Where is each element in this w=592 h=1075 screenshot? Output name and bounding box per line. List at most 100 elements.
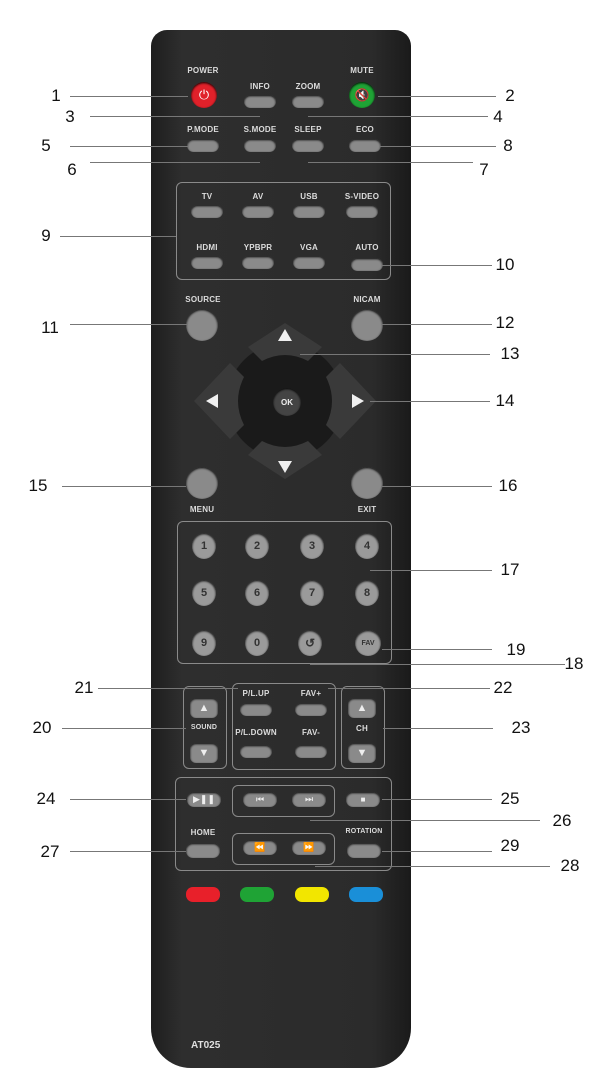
av-button[interactable] xyxy=(242,205,274,218)
green-key-button[interactable] xyxy=(240,887,274,902)
ok-button[interactable]: OK xyxy=(273,388,301,416)
sound-down-button[interactable]: ▼ xyxy=(190,743,218,763)
exit-button[interactable] xyxy=(351,467,383,499)
power-icon: ⏻ xyxy=(198,87,210,102)
sleep-button[interactable] xyxy=(292,139,324,152)
pmode-label: P.MODE xyxy=(187,125,219,134)
pmode-button[interactable] xyxy=(187,139,219,152)
callout-line-14 xyxy=(370,401,490,402)
vga-button[interactable] xyxy=(293,256,325,269)
smode-button[interactable] xyxy=(244,139,276,152)
exit-label: EXIT xyxy=(357,505,377,514)
hdmi-label: HDMI xyxy=(196,243,218,252)
callout-line-27 xyxy=(70,851,186,852)
digit-3-button[interactable]: 3 xyxy=(300,533,324,559)
menu-button[interactable] xyxy=(186,467,218,499)
red-key-button[interactable] xyxy=(186,887,220,902)
callout-line-25 xyxy=(382,799,492,800)
callout-14: 14 xyxy=(495,391,515,410)
power-button[interactable]: ⏻ xyxy=(191,82,217,108)
power-label: POWER xyxy=(187,66,219,75)
callout-line-7 xyxy=(308,162,473,163)
callout-line-24 xyxy=(70,799,186,800)
digit-1-button[interactable]: 1 xyxy=(192,533,216,559)
smode-label: S.MODE xyxy=(243,125,277,134)
callout-1: 1 xyxy=(51,86,61,105)
sound-up-button[interactable]: ▲ xyxy=(190,698,218,718)
digit-2-button[interactable]: 2 xyxy=(245,533,269,559)
nicam-label: NICAM xyxy=(353,295,381,304)
previous-track-icon: ⏮ xyxy=(255,794,265,804)
next-track-button[interactable]: ⏭ xyxy=(292,792,326,807)
callout-line-13 xyxy=(300,354,490,355)
eco-button[interactable] xyxy=(349,139,381,152)
digit-5-button[interactable]: 5 xyxy=(192,580,216,606)
fast-forward-button[interactable]: ⏩ xyxy=(292,840,326,855)
callout-line-17 xyxy=(370,570,492,571)
digit-0-button[interactable]: 0 xyxy=(245,630,269,656)
favminus-button[interactable] xyxy=(295,745,327,758)
pup-button[interactable] xyxy=(240,703,272,716)
play-pause-icon: ▶❚❚ xyxy=(192,794,215,804)
tv-label: TV xyxy=(201,192,213,201)
pdown-label: P/L.DOWN xyxy=(235,728,277,737)
auto-button[interactable] xyxy=(351,258,383,271)
callout-line-12 xyxy=(382,324,492,325)
callout-line-9 xyxy=(60,236,176,237)
stop-button[interactable]: ■ xyxy=(346,792,380,807)
home-button[interactable] xyxy=(186,843,220,858)
callout-line-18 xyxy=(310,664,565,665)
rotation-button[interactable] xyxy=(347,843,381,858)
callout-line-22 xyxy=(328,688,490,689)
callout-5: 5 xyxy=(41,136,51,155)
play-pause-button[interactable]: ▶❚❚ xyxy=(187,792,221,807)
callout-12: 12 xyxy=(495,313,515,332)
nav-right-arrow-button[interactable] xyxy=(326,363,376,439)
channel-up-button[interactable]: ▲ xyxy=(348,698,376,718)
callout-2: 2 xyxy=(505,86,515,105)
usb-button[interactable] xyxy=(293,205,325,218)
fav-button[interactable]: FAV xyxy=(355,630,381,656)
nav-left-arrow-button[interactable] xyxy=(194,363,244,439)
down-arrow-icon: ▼ xyxy=(356,747,368,759)
hdmi-button[interactable] xyxy=(191,256,223,269)
rewind-button[interactable]: ⏪ xyxy=(243,840,277,855)
tv-button[interactable] xyxy=(191,205,223,218)
mute-label: MUTE xyxy=(350,66,374,75)
info-label: INFO xyxy=(250,82,270,91)
menu-label: MENU xyxy=(189,505,215,514)
zoom-button[interactable] xyxy=(292,95,324,108)
callout-23: 23 xyxy=(511,718,531,737)
callout-line-2 xyxy=(378,96,496,97)
ypbpr-button[interactable] xyxy=(242,256,274,269)
digit-7-button[interactable]: 7 xyxy=(300,580,324,606)
callout-25: 25 xyxy=(500,789,520,808)
digit-4-button[interactable]: 4 xyxy=(355,533,379,559)
zoom-label: ZOOM xyxy=(295,82,321,91)
previous-track-button[interactable]: ⏮ xyxy=(243,792,277,807)
callout-line-15 xyxy=(62,486,186,487)
callout-11: 11 xyxy=(41,318,59,337)
favplus-button[interactable] xyxy=(295,703,327,716)
callout-9: 9 xyxy=(41,226,51,245)
rotation-label: ROTATION xyxy=(345,828,383,835)
info-button[interactable] xyxy=(244,95,276,108)
callout-line-28 xyxy=(315,866,550,867)
callout-line-8 xyxy=(380,146,496,147)
svideo-label: S-VIDEO xyxy=(344,192,380,201)
home-label: HOME xyxy=(190,828,216,837)
digit-8-button[interactable]: 8 xyxy=(355,580,379,606)
mute-button[interactable]: 🔇 xyxy=(349,82,375,108)
recall-button[interactable]: ↺ xyxy=(298,630,322,656)
svideo-button[interactable] xyxy=(346,205,378,218)
channel-label: CH xyxy=(356,724,368,733)
digit-6-button[interactable]: 6 xyxy=(245,580,269,606)
digit-9-button[interactable]: 9 xyxy=(192,630,216,656)
callout-21: 21 xyxy=(74,678,94,697)
blue-key-button[interactable] xyxy=(349,887,383,902)
down-arrow-icon: ▼ xyxy=(198,747,210,759)
pdown-button[interactable] xyxy=(240,745,272,758)
yellow-key-button[interactable] xyxy=(295,887,329,902)
callout-10: 10 xyxy=(495,255,515,274)
channel-down-button[interactable]: ▼ xyxy=(348,743,376,763)
